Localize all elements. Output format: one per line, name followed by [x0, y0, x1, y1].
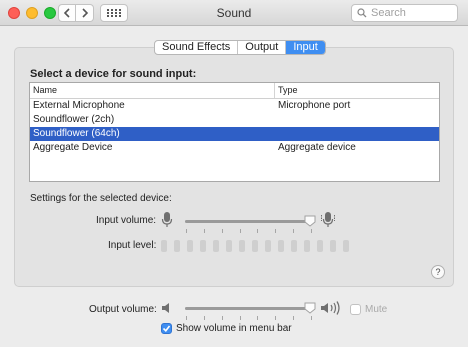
search-field[interactable]	[351, 4, 458, 22]
input-volume-slider[interactable]	[185, 220, 313, 223]
help-button[interactable]: ?	[431, 265, 445, 279]
column-header-type[interactable]: Type	[275, 83, 298, 98]
table-row[interactable]: Aggregate Device Aggregate device	[30, 141, 439, 155]
microphone-low-icon	[161, 212, 173, 227]
show-volume-checkbox-box[interactable]	[161, 323, 172, 334]
input-volume-fill	[185, 220, 311, 223]
output-volume-ticks	[186, 316, 312, 320]
table-row[interactable]: External Microphone Microphone port	[30, 99, 439, 113]
column-header-name[interactable]: Name	[30, 83, 275, 98]
titlebar: Sound	[0, 0, 468, 26]
device-name: External Microphone	[33, 100, 125, 111]
input-level-meter	[161, 240, 349, 252]
output-volume-label: Output volume:	[89, 304, 157, 315]
device-type: Aggregate device	[278, 142, 356, 153]
input-volume-label: Input volume:	[96, 215, 157, 226]
tab-input[interactable]: Input	[286, 41, 325, 54]
input-volume-ticks	[186, 229, 312, 233]
show-volume-checkbox[interactable]: Show volume in menu bar	[161, 323, 292, 334]
search-icon	[357, 8, 367, 18]
checkmark-icon	[162, 325, 171, 333]
input-level-label: Input level:	[108, 240, 157, 251]
show-volume-label: Show volume in menu bar	[176, 323, 292, 334]
device-type	[275, 127, 278, 141]
mute-label: Mute	[365, 304, 388, 315]
input-volume-thumb[interactable]	[304, 215, 316, 227]
device-type: Microphone port	[278, 100, 351, 111]
device-name: Soundflower (2ch)	[33, 114, 115, 125]
search-input[interactable]	[371, 7, 451, 19]
output-volume-fill	[185, 307, 311, 310]
table-row[interactable]: Soundflower (2ch)	[30, 113, 439, 127]
speaker-high-icon	[321, 301, 340, 315]
device-name: Soundflower (64ch)	[33, 128, 120, 139]
tab-bar: Sound Effects Output Input	[154, 40, 326, 55]
device-type	[275, 113, 278, 127]
microphone-high-icon	[321, 212, 335, 227]
output-volume-slider[interactable]	[185, 307, 313, 310]
device-name: Aggregate Device	[33, 142, 113, 153]
table-row-selected[interactable]: Soundflower (64ch)	[30, 127, 439, 141]
tab-sound-effects[interactable]: Sound Effects	[155, 41, 239, 54]
mute-checkbox[interactable]: Mute	[350, 304, 387, 315]
speaker-low-icon	[162, 303, 169, 313]
tab-output[interactable]: Output	[238, 41, 287, 54]
mute-checkbox-box[interactable]	[350, 304, 361, 315]
device-list-heading: Select a device for sound input:	[30, 68, 197, 80]
table-header: Name Type	[30, 83, 439, 99]
output-volume-thumb[interactable]	[304, 302, 316, 314]
input-device-table[interactable]: Name Type External Microphone Microphone…	[29, 82, 440, 182]
settings-label: Settings for the selected device:	[30, 193, 172, 204]
